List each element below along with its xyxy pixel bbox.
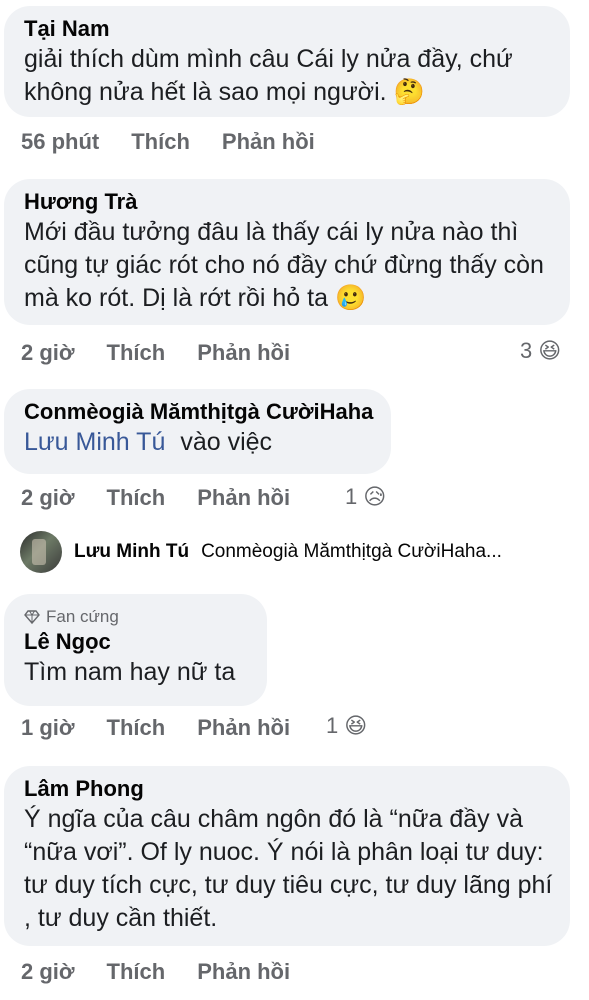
comment-text: Lưu Minh Tú vào việc (24, 426, 375, 459)
mention-link[interactable]: Lưu Minh Tú (24, 428, 165, 456)
comment-time[interactable]: 2 giờ (21, 340, 75, 366)
sad-emoji-icon: 😥 (363, 484, 387, 509)
reaction-summary[interactable]: 1 😥 (345, 484, 386, 510)
comment-bubble: Conmèogià Mămthịtgà CườiHaha Lưu Minh Tú… (4, 389, 391, 474)
comment-time[interactable]: 2 giờ (21, 959, 75, 985)
comment-actions: 2 giờ Thích Phản hồi (21, 340, 290, 366)
like-button[interactable]: Thích (107, 340, 166, 366)
reply-snippet: Conmèogià Mămthịtgà CườiHaha... (201, 541, 502, 562)
comment-actions: 56 phút Thích Phản hồi (21, 129, 315, 155)
comment-bubble: Hương Trà Mới đầu tưởng đâu là thấy cái … (4, 179, 570, 325)
reply-button[interactable]: Phản hồi (197, 959, 290, 985)
avatar[interactable] (20, 531, 62, 573)
comment-bubble: Fan cứng Lê Ngọc Tìm nam hay nữ ta (4, 594, 267, 706)
comment-text: Ý ngĩa của câu châm ngôn đó là “nữa đầy … (24, 805, 553, 932)
reply-button[interactable]: Phản hồi (197, 715, 290, 741)
like-button[interactable]: Thích (107, 715, 166, 741)
comment-time[interactable]: 56 phút (21, 129, 99, 155)
reply-preview[interactable]: Lưu Minh Tú Conmèogià Mămthịtgà CườiHaha… (20, 531, 502, 573)
laughing-emoji-icon: 😆 (538, 338, 562, 363)
laughing-emoji-icon: 😆 (344, 713, 368, 738)
comment-body: vào việc (180, 428, 273, 456)
reply-button[interactable]: Phản hồi (197, 340, 290, 366)
badge-label: Fan cứng (46, 607, 119, 626)
comment-text: Tìm nam hay nữ ta (24, 658, 236, 686)
comment-text: Mới đầu tưởng đâu là thấy cái ly nửa nào… (24, 216, 554, 315)
reaction-count: 1 (345, 484, 358, 509)
like-button[interactable]: Thích (131, 129, 190, 155)
comment-actions: 2 giờ Thích Phản hồi (21, 959, 290, 985)
reply-button[interactable]: Phản hồi (222, 129, 315, 155)
comment-body: giải thích dùm mình câu Cái ly nửa đầy, … (24, 45, 513, 106)
like-button[interactable]: Thích (107, 959, 166, 985)
comment-time[interactable]: 1 giờ (21, 715, 75, 741)
comment-author[interactable]: Lâm Phong (24, 775, 554, 803)
reaction-count: 1 (326, 713, 339, 738)
fan-badge: Fan cứng (24, 606, 251, 628)
comment-actions: 2 giờ Thích Phản hồi (21, 485, 290, 511)
reply-author[interactable]: Lưu Minh Tú (74, 541, 189, 563)
reaction-summary[interactable]: 1 😆 (326, 713, 367, 739)
comment-author[interactable]: Conmèogià Mămthịtgà CườiHaha (24, 398, 375, 426)
like-button[interactable]: Thích (107, 485, 166, 511)
reaction-count: 3 (520, 338, 533, 363)
smiling-tear-emoji-icon: 🥲 (334, 284, 367, 312)
comment-time[interactable]: 2 giờ (21, 485, 75, 511)
comment-actions: 1 giờ Thích Phản hồi (21, 715, 290, 741)
comment-bubble: Lâm Phong Ý ngĩa của câu châm ngôn đó là… (4, 766, 570, 946)
thinking-emoji-icon: 🤔 (393, 78, 425, 106)
comment-author[interactable]: Tại Nam (24, 15, 554, 43)
comment-bubble: Tại Nam giải thích dùm mình câu Cái ly n… (4, 6, 570, 117)
comment-author[interactable]: Hương Trà (24, 188, 554, 216)
comment-body: Mới đầu tưởng đâu là thấy cái ly nửa nào… (24, 218, 544, 312)
comment-author[interactable]: Lê Ngọc (24, 628, 251, 656)
reply-button[interactable]: Phản hồi (197, 485, 290, 511)
diamond-icon (24, 610, 40, 625)
reaction-summary[interactable]: 3 😆 (520, 338, 561, 364)
comment-text: giải thích dùm mình câu Cái ly nửa đầy, … (24, 43, 554, 109)
